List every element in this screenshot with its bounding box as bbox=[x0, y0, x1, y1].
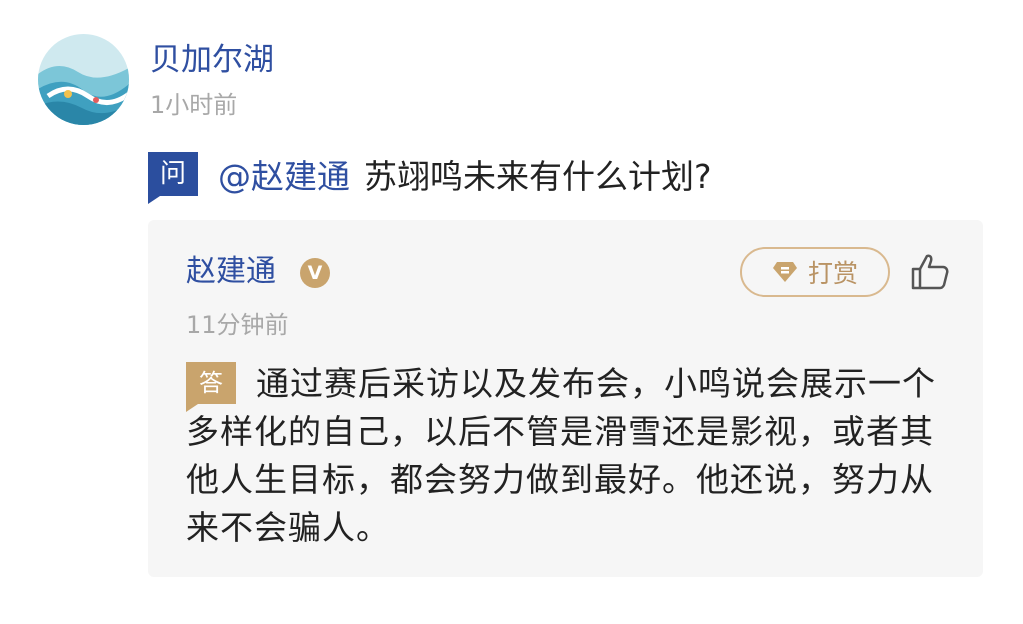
answerer-name[interactable]: 赵建通 bbox=[186, 250, 276, 294]
question-mention-link[interactable]: @赵建通 bbox=[218, 150, 350, 198]
answer-timestamp: 11分钟前 bbox=[186, 311, 289, 339]
answer-text: 通过赛后采访以及发布会，小鸣说会展示一个多样化的自己，以后不管是滑雪还是影视，或… bbox=[186, 364, 936, 547]
answer-card: 赵建通 V 打赏 11分钟前 答 通过赛后采访以及发布会，小鸣说会展示一个多样化… bbox=[148, 220, 983, 577]
question-badge: 问 bbox=[148, 152, 198, 204]
question-text: 苏翊鸣未来有什么计划? bbox=[364, 157, 712, 196]
tip-button-label: 打赏 bbox=[807, 259, 858, 288]
thumbs-up-icon[interactable] bbox=[910, 253, 950, 295]
tip-button[interactable]: 打赏 bbox=[740, 247, 890, 297]
avatar[interactable] bbox=[38, 34, 129, 125]
post-timestamp: 1小时前 bbox=[150, 91, 238, 119]
post-username[interactable]: 贝加尔湖 bbox=[150, 38, 274, 82]
diamond-icon bbox=[772, 260, 798, 284]
verified-icon: V bbox=[300, 258, 330, 288]
question-row: 问 @赵建通 苏翊鸣未来有什么计划? bbox=[148, 148, 712, 204]
